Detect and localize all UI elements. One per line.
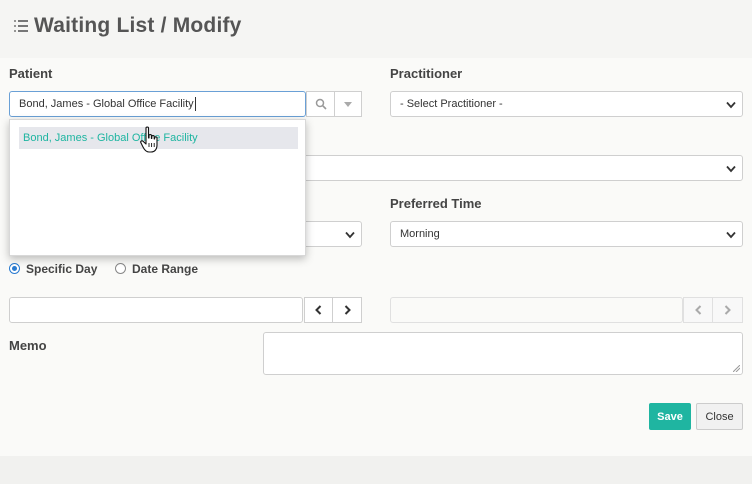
- date-range-label[interactable]: Date Range: [132, 262, 198, 276]
- close-button[interactable]: Close: [696, 403, 743, 430]
- preferred-time-select[interactable]: Morning: [390, 221, 743, 247]
- specific-day-label[interactable]: Specific Day: [26, 262, 97, 276]
- range-end-date-input[interactable]: [390, 297, 683, 323]
- patient-input[interactable]: Bond, James - Global Office Facility: [9, 91, 306, 117]
- practitioner-select[interactable]: - Select Practitioner -: [390, 91, 743, 117]
- memo-textarea[interactable]: [263, 332, 743, 375]
- specific-day-radio[interactable]: [9, 263, 20, 274]
- chevron-down-icon: [726, 231, 736, 239]
- search-icon: [315, 98, 327, 110]
- patient-input-value: Bond, James - Global Office Facility: [19, 98, 194, 110]
- preferred-time-label: Preferred Time: [390, 196, 482, 211]
- specific-date-input[interactable]: [9, 297, 303, 323]
- chevron-down-icon: [345, 231, 355, 239]
- footer-strip: [0, 456, 752, 484]
- memo-label: Memo: [9, 338, 47, 353]
- range-next-button[interactable]: [713, 297, 743, 323]
- date-range-radio[interactable]: [115, 263, 126, 274]
- patient-dropdown-button[interactable]: [335, 91, 362, 117]
- form-panel: [0, 58, 752, 456]
- list-icon: [14, 20, 28, 32]
- preferred-time-selected: Morning: [400, 228, 440, 240]
- chevron-left-icon: [694, 305, 701, 315]
- next-day-button[interactable]: [333, 297, 362, 323]
- chevron-right-icon: [344, 305, 351, 315]
- caret-down-icon: [344, 101, 352, 107]
- chevron-left-icon: [315, 305, 322, 315]
- patient-search-button[interactable]: [306, 91, 335, 117]
- chevron-right-icon: [724, 305, 731, 315]
- page-title: Waiting List / Modify: [34, 14, 242, 37]
- page-header: Waiting List / Modify: [0, 0, 752, 58]
- resize-handle-icon[interactable]: [733, 365, 740, 372]
- text-caret: [194, 97, 196, 111]
- practitioner-label: Practitioner: [390, 66, 463, 81]
- range-previous-button[interactable]: [683, 297, 713, 323]
- hand-cursor-icon: [140, 126, 158, 153]
- practitioner-selected: - Select Practitioner -: [400, 98, 503, 110]
- chevron-down-icon: [726, 101, 736, 109]
- save-button[interactable]: Save: [649, 403, 691, 430]
- patient-label: Patient: [9, 66, 53, 81]
- previous-day-button[interactable]: [304, 297, 333, 323]
- chevron-down-icon: [726, 165, 736, 173]
